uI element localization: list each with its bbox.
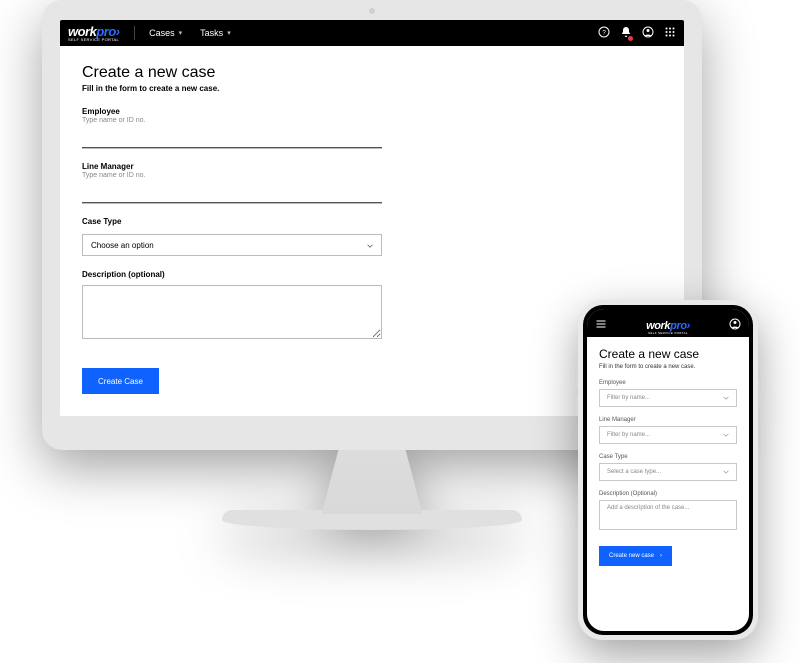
apps-grid-icon[interactable]: [664, 26, 676, 40]
chevron-down-icon: [723, 469, 729, 475]
divider: [134, 26, 135, 40]
case-type-field: Case Type Choose an option: [82, 217, 662, 256]
case-type-select[interactable]: Select a case type...: [599, 463, 737, 481]
description-placeholder: Add a description of the case...: [607, 505, 689, 511]
employee-placeholder: Filter by name...: [607, 395, 650, 401]
create-new-case-button-label: Create new case: [609, 553, 654, 559]
phone-bezel: workpro› SELF SERVICE PORTAL Create a ne…: [583, 305, 753, 635]
chevron-right-icon: ›: [660, 553, 662, 559]
brand-tagline: SELF SERVICE PORTAL: [648, 331, 688, 335]
page-subtitle: Fill in the form to create a new case.: [82, 84, 662, 93]
employee-field: Employee Type name or ID no.: [82, 107, 662, 148]
employee-select[interactable]: Filter by name...: [599, 389, 737, 407]
topbar-icons: ?: [598, 26, 676, 40]
employee-hint: Type name or ID no.: [82, 117, 662, 124]
svg-text:?: ?: [602, 30, 606, 37]
chevron-down-icon: ▾: [179, 29, 183, 37]
monitor-neck: [312, 450, 432, 514]
chevron-down-icon: [723, 432, 729, 438]
description-label: Description (Optional): [599, 491, 737, 497]
line-manager-field: Line Manager Filter by name...: [599, 417, 737, 444]
mobile-content: Create a new case Fill in the form to cr…: [587, 337, 749, 576]
case-type-value: Choose an option: [91, 241, 154, 250]
chevron-down-icon: ▾: [227, 29, 231, 37]
description-textarea[interactable]: [82, 285, 382, 339]
case-type-field: Case Type Select a case type...: [599, 454, 737, 481]
case-type-label: Case Type: [82, 217, 662, 226]
brand-tagline: SELF SERVICE PORTAL: [68, 37, 120, 42]
chevron-down-icon: [367, 242, 373, 248]
desktop-topbar: work pro › SELF SERVICE PORTAL Cases ▾ T: [60, 20, 684, 46]
page-title: Create a new case: [599, 347, 737, 361]
description-field: Description (Optional) Add a description…: [599, 491, 737, 530]
account-icon[interactable]: [729, 317, 741, 335]
line-manager-input[interactable]: [82, 183, 382, 203]
line-manager-hint: Type name or ID no.: [82, 172, 662, 179]
description-label: Description (optional): [82, 270, 662, 279]
nav-tasks-label: Tasks: [200, 28, 223, 38]
line-manager-select[interactable]: Filter by name...: [599, 426, 737, 444]
nav-cases[interactable]: Cases ▾: [149, 28, 182, 38]
brand-logo: workpro› SELF SERVICE PORTAL: [646, 320, 690, 335]
line-manager-placeholder: Filter by name...: [607, 432, 650, 438]
employee-label: Employee: [82, 107, 662, 116]
case-type-placeholder: Select a case type...: [607, 469, 661, 475]
phone-frame: workpro› SELF SERVICE PORTAL Create a ne…: [578, 300, 758, 640]
description-textarea[interactable]: Add a description of the case...: [599, 500, 737, 530]
case-type-label: Case Type: [599, 454, 737, 460]
monitor-camera: [369, 8, 375, 14]
employee-label: Employee: [599, 380, 737, 386]
line-manager-label: Line Manager: [82, 162, 662, 171]
chevron-down-icon: [723, 395, 729, 401]
page-title: Create a new case: [82, 64, 662, 82]
create-case-button[interactable]: Create Case: [82, 368, 159, 394]
create-new-case-button[interactable]: Create new case ›: [599, 546, 672, 566]
phone-volume-down: [576, 396, 578, 416]
phone-power-button: [758, 380, 760, 408]
phone-volume-up: [576, 370, 578, 390]
help-icon[interactable]: ?: [598, 26, 610, 40]
case-type-select[interactable]: Choose an option: [82, 234, 382, 256]
nav-tasks[interactable]: Tasks ▾: [200, 28, 231, 38]
notification-badge: [628, 36, 633, 41]
brand-logo: work pro › SELF SERVICE PORTAL: [68, 24, 120, 42]
line-manager-field: Line Manager Type name or ID no.: [82, 162, 662, 203]
account-icon[interactable]: [642, 26, 654, 40]
description-field: Description (optional): [82, 270, 662, 344]
page-subtitle: Fill in the form to create a new case.: [599, 364, 737, 370]
nav-cases-label: Cases: [149, 28, 175, 38]
phone-screen: workpro› SELF SERVICE PORTAL Create a ne…: [587, 309, 749, 631]
notifications-icon[interactable]: [620, 26, 632, 40]
create-case-button-label: Create Case: [98, 377, 143, 386]
hamburger-icon[interactable]: [595, 317, 607, 335]
phone-notch: [632, 305, 704, 319]
line-manager-label: Line Manager: [599, 417, 737, 423]
topnav: Cases ▾ Tasks ▾: [149, 28, 231, 38]
employee-field: Employee Filter by name...: [599, 380, 737, 407]
employee-input[interactable]: [82, 128, 382, 148]
